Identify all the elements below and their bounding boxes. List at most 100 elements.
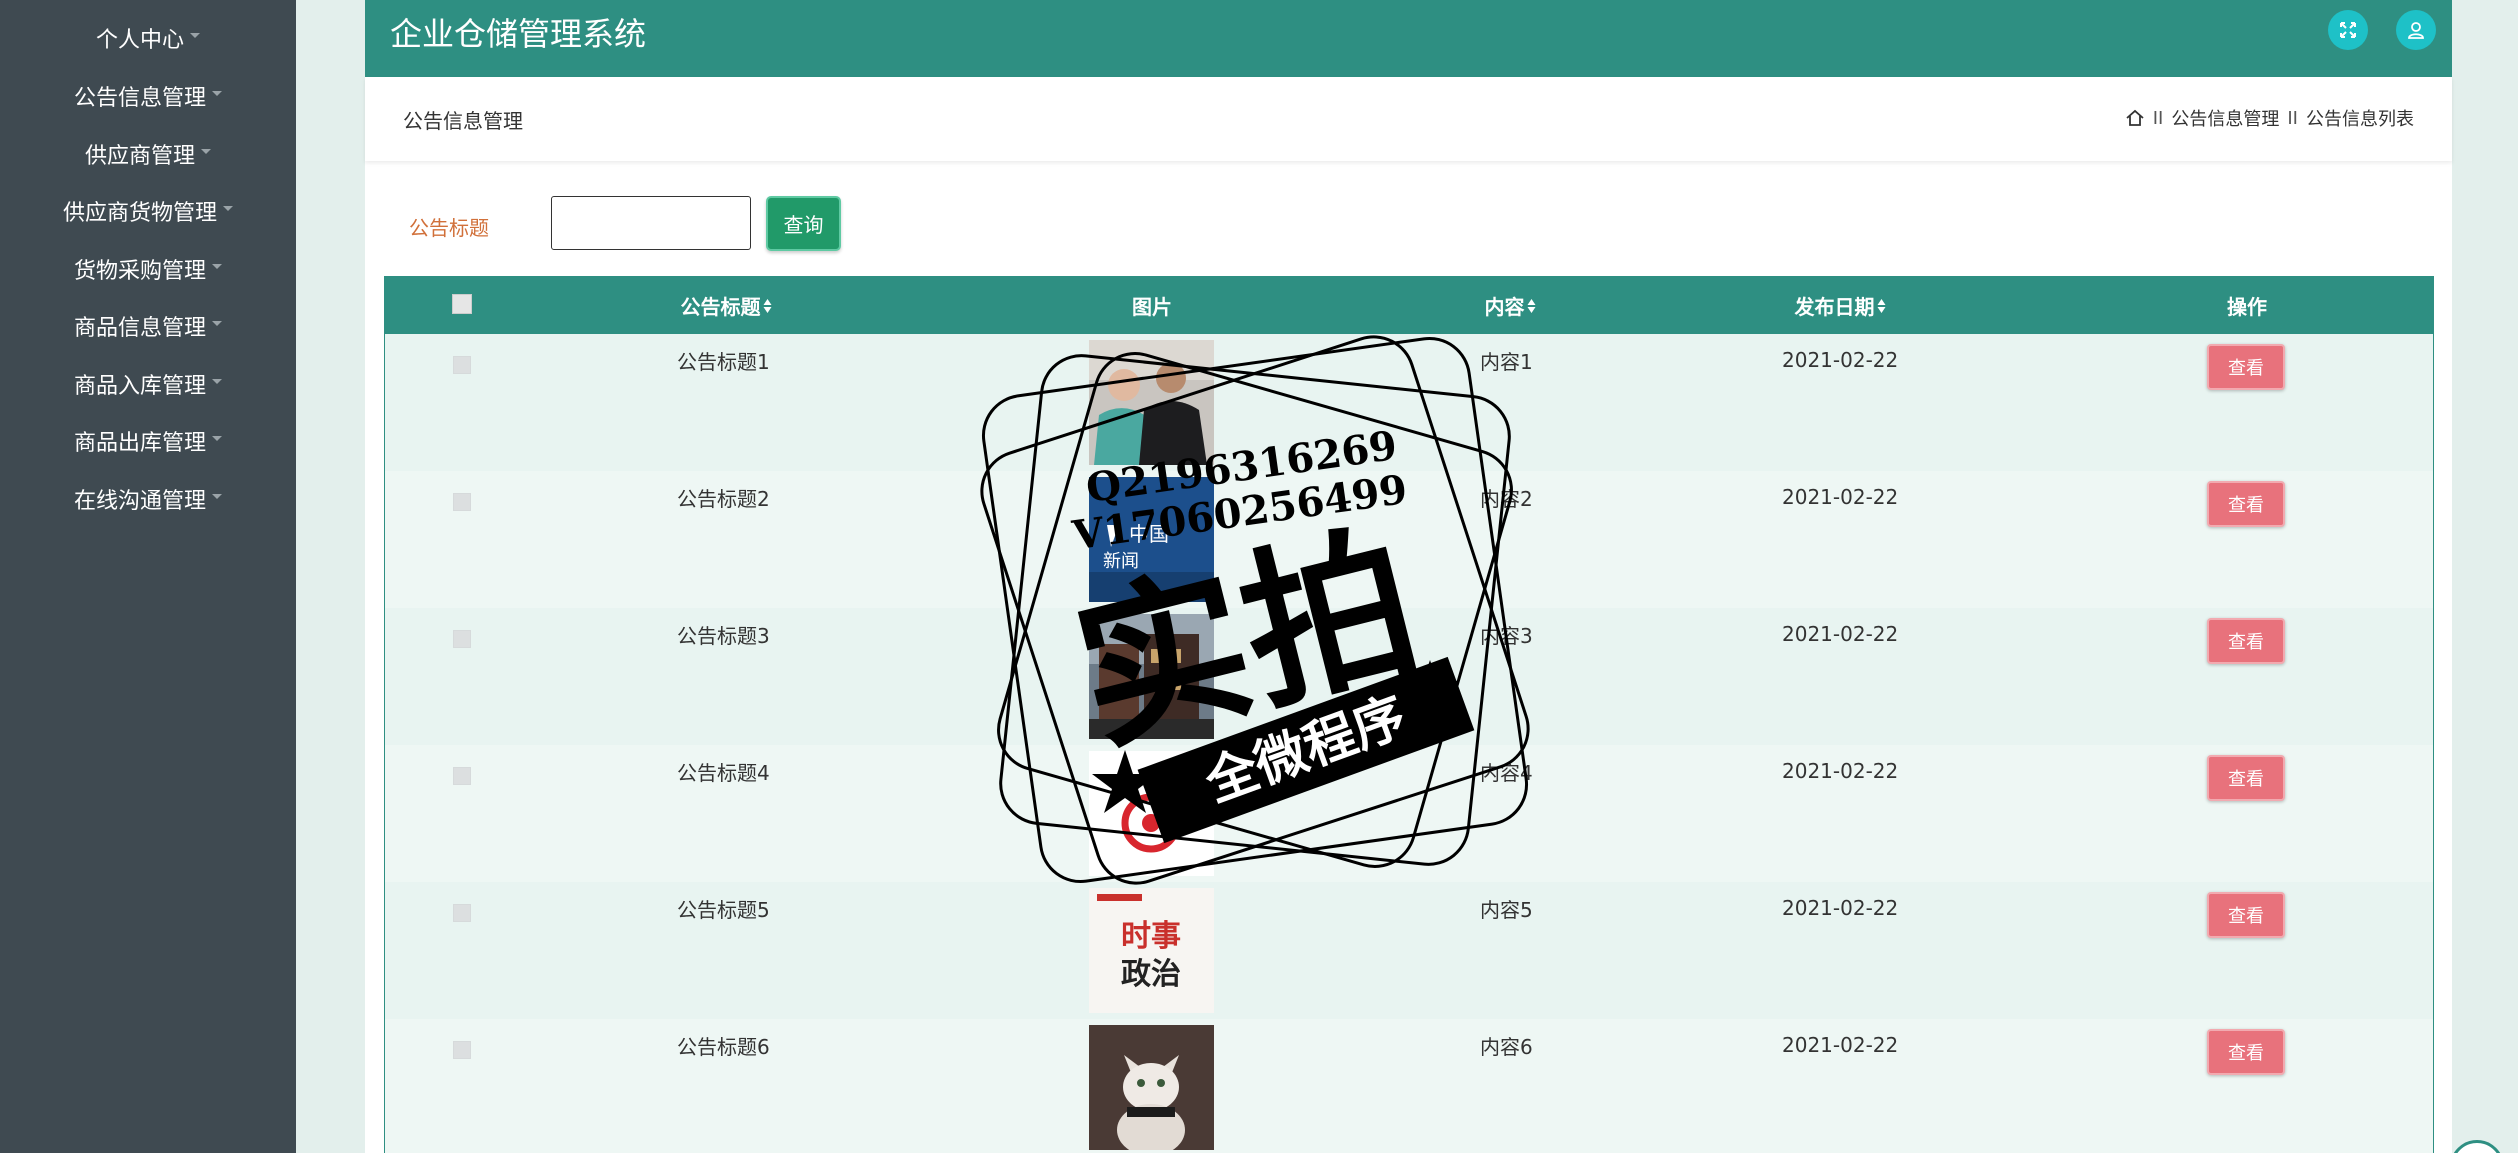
select-all-checkbox[interactable] — [452, 294, 472, 314]
search-label: 公告标题 — [409, 216, 489, 240]
breadcrumb-separator: II — [2152, 107, 2164, 129]
red-logo — [1089, 751, 1214, 876]
chevron-down-icon — [212, 90, 222, 96]
fullscreen-icon — [2340, 22, 2356, 38]
cell-content: 内容5 — [1480, 897, 1533, 922]
news-logo-text: 新闻 — [1103, 551, 1139, 572]
cell-date: 2021-02-22 — [1782, 896, 1899, 920]
user-button[interactable] — [2396, 10, 2436, 50]
sidebar-item-outbound-management[interactable]: 商品出库管理 — [0, 421, 296, 461]
cell-date: 2021-02-22 — [1782, 348, 1899, 372]
view-button[interactable]: 查看 — [2207, 1029, 2285, 1075]
table-row: 公告标题5 时事 政治 内容5 2021-02-22 查看 — [385, 882, 2433, 1019]
people-photo — [1089, 340, 1214, 465]
cell-title: 公告标题3 — [677, 623, 770, 648]
poster-text: 时事 — [1121, 919, 1181, 954]
politics-poster: 时事 政治 — [1089, 888, 1214, 1013]
sidebar-item-label: 商品信息管理 — [73, 316, 206, 341]
building-photo — [1089, 614, 1214, 739]
sidebar-item-label: 公告信息管理 — [73, 86, 206, 111]
sort-icon — [1877, 298, 1886, 313]
notice-image — [1089, 340, 1214, 465]
main-area: 企业仓储管理系统 公告信息管理 II 公告信息管理 II 公告信息列表 公告标题 — [296, 0, 2518, 1153]
cell-content: 内容6 — [1480, 1034, 1533, 1059]
table-row: 公告标题2 中国 新闻 内容2 2021-02-22 查看 — [385, 471, 2433, 608]
column-header-image: 图片 — [1132, 277, 1172, 334]
cell-date: 2021-02-22 — [1782, 1033, 1899, 1057]
column-header-content[interactable]: 内容 — [1485, 277, 1536, 334]
column-header-label: 公告标题 — [680, 295, 761, 319]
chevron-down-icon — [201, 148, 211, 154]
sidebar-item-online-chat-management[interactable]: 在线沟通管理 — [0, 479, 296, 519]
table-header: 公告标题 图片 内容 发布日期 操作 — [385, 277, 2433, 334]
row-checkbox[interactable] — [453, 904, 471, 922]
column-header-action: 操作 — [2227, 277, 2267, 334]
view-button[interactable]: 查看 — [2207, 755, 2285, 801]
row-checkbox[interactable] — [453, 356, 471, 374]
search-button[interactable]: 查询 — [766, 196, 841, 251]
cell-content: 内容3 — [1480, 623, 1533, 648]
sidebar-item-label: 供应商货物管理 — [62, 201, 217, 226]
view-button[interactable]: 查看 — [2207, 344, 2285, 390]
chevron-down-icon — [212, 435, 222, 441]
chevron-down-icon — [212, 263, 222, 269]
column-header-label: 内容 — [1484, 295, 1525, 319]
fullscreen-button[interactable] — [2328, 10, 2368, 50]
chevron-down-icon — [212, 378, 222, 384]
view-button[interactable]: 查看 — [2207, 618, 2285, 664]
sort-icon — [763, 298, 772, 313]
sidebar-item-label: 商品入库管理 — [73, 374, 206, 399]
column-header-title[interactable]: 公告标题 — [681, 277, 772, 334]
table-row: 公告标题6 内容6 2021-02-22 查看 — [385, 1019, 2433, 1153]
column-header-label: 图片 — [1132, 295, 1172, 319]
sidebar-item-label: 在线沟通管理 — [73, 489, 206, 514]
table-row: 公告标题1 内容1 2021-02-22 查看 — [385, 334, 2433, 471]
notice-image — [1089, 751, 1214, 876]
chevron-down-icon — [212, 493, 222, 499]
sidebar-item-inbound-management[interactable]: 商品入库管理 — [0, 364, 296, 404]
sidebar-item-product-info-management[interactable]: 商品信息管理 — [0, 306, 296, 346]
top-header: 企业仓储管理系统 — [365, 0, 2452, 77]
breadcrumb-separator: II — [2287, 107, 2298, 129]
breadcrumb-bar: 公告信息管理 II 公告信息管理 II 公告信息列表 — [365, 77, 2452, 161]
notice-image: 时事 政治 — [1089, 888, 1214, 1013]
cell-date: 2021-02-22 — [1782, 622, 1899, 646]
sidebar-item-notice-management[interactable]: 公告信息管理 — [0, 76, 296, 116]
column-header-label: 发布日期 — [1794, 295, 1875, 319]
notice-image: 中国 新闻 — [1089, 477, 1214, 602]
table-row: 公告标题4 内容4 2021-02-22 查看 — [385, 745, 2433, 882]
chevron-down-icon — [223, 205, 233, 211]
sidebar-item-label: 个人中心 — [95, 28, 184, 53]
sidebar: 个人中心 公告信息管理 供应商管理 供应商货物管理 货物采购管理 商品信息管理 … — [0, 0, 296, 1153]
row-checkbox[interactable] — [453, 630, 471, 648]
sort-icon — [1527, 298, 1536, 313]
sidebar-item-supplier-goods-management[interactable]: 供应商货物管理 — [0, 191, 296, 231]
search-input[interactable] — [551, 196, 751, 250]
column-header-label: 操作 — [2227, 295, 2267, 319]
cell-title: 公告标题2 — [677, 486, 770, 511]
breadcrumb-item[interactable]: 公告信息管理 — [2171, 105, 2279, 131]
notice-table: 公告标题 图片 内容 发布日期 操作 公告标题1 内容1 2021-02-22 … — [384, 276, 2434, 1153]
chevron-down-icon — [190, 32, 200, 38]
cell-title: 公告标题4 — [677, 760, 770, 785]
user-icon — [2408, 22, 2424, 39]
cell-content: 内容1 — [1480, 349, 1533, 374]
sidebar-item-supplier-management[interactable]: 供应商管理 — [0, 134, 296, 174]
home-icon[interactable] — [2125, 108, 2145, 128]
cell-title: 公告标题6 — [677, 1034, 770, 1059]
view-button[interactable]: 查看 — [2207, 481, 2285, 527]
sidebar-item-label: 商品出库管理 — [73, 431, 206, 456]
column-header-date[interactable]: 发布日期 — [1795, 277, 1886, 334]
sidebar-item-purchase-management[interactable]: 货物采购管理 — [0, 249, 296, 289]
view-button[interactable]: 查看 — [2207, 892, 2285, 938]
sidebar-item-label: 货物采购管理 — [73, 259, 206, 284]
row-checkbox[interactable] — [453, 1041, 471, 1059]
sidebar-item-label: 供应商管理 — [84, 144, 195, 169]
news-logo: 中国 新闻 — [1089, 477, 1214, 602]
cell-title: 公告标题1 — [677, 349, 770, 374]
breadcrumb-item: 公告信息列表 — [2306, 109, 2414, 130]
row-checkbox[interactable] — [453, 767, 471, 785]
sidebar-item-personal-center[interactable]: 个人中心 — [0, 18, 296, 58]
cell-title: 公告标题5 — [677, 897, 770, 922]
row-checkbox[interactable] — [453, 493, 471, 511]
